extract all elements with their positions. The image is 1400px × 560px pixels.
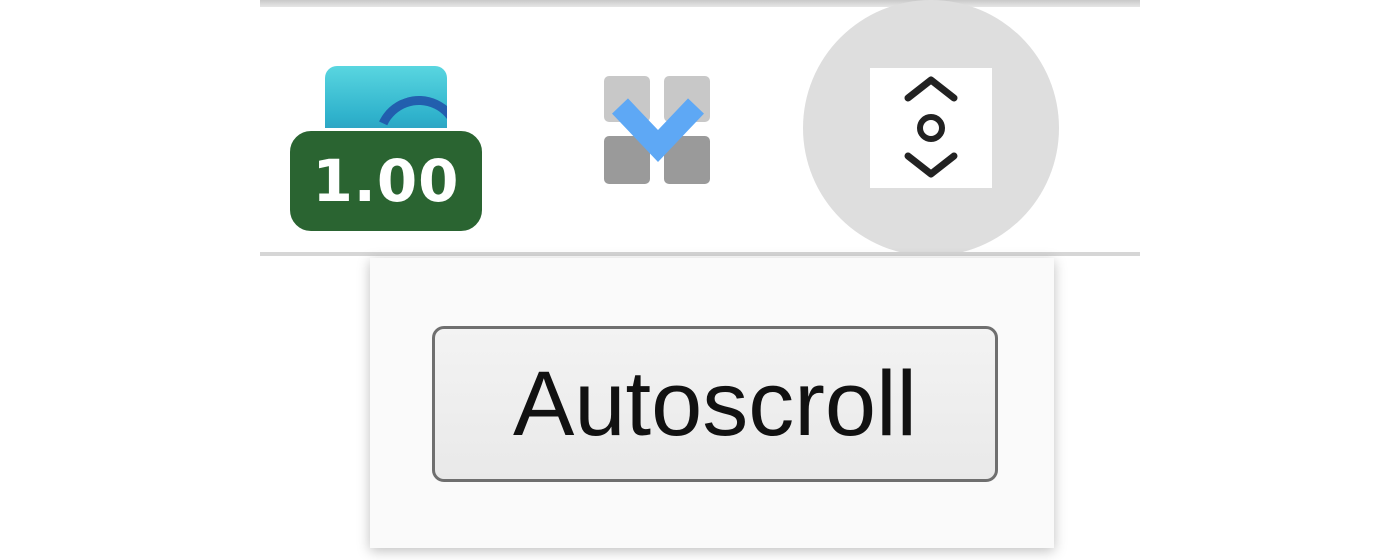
toolbar-top-border [260,0,1140,7]
autoscroll-icon-frame [870,68,992,188]
chevron-extension-button[interactable] [598,72,718,188]
extension-popup: Autoscroll [370,258,1054,548]
autoscroll-extension-button[interactable] [803,0,1059,256]
autoscroll-icon [904,76,958,178]
browser-toolbar-area: 1.00 Autoscroll [0,0,1400,560]
autoscroll-button[interactable]: Autoscroll [432,326,998,482]
toolbar-bottom-border [260,252,1140,256]
chevron-down-tile-icon [604,76,710,184]
speed-badge: 1.00 [287,128,485,234]
video-speed-extension-button[interactable]: 1.00 [285,66,490,238]
